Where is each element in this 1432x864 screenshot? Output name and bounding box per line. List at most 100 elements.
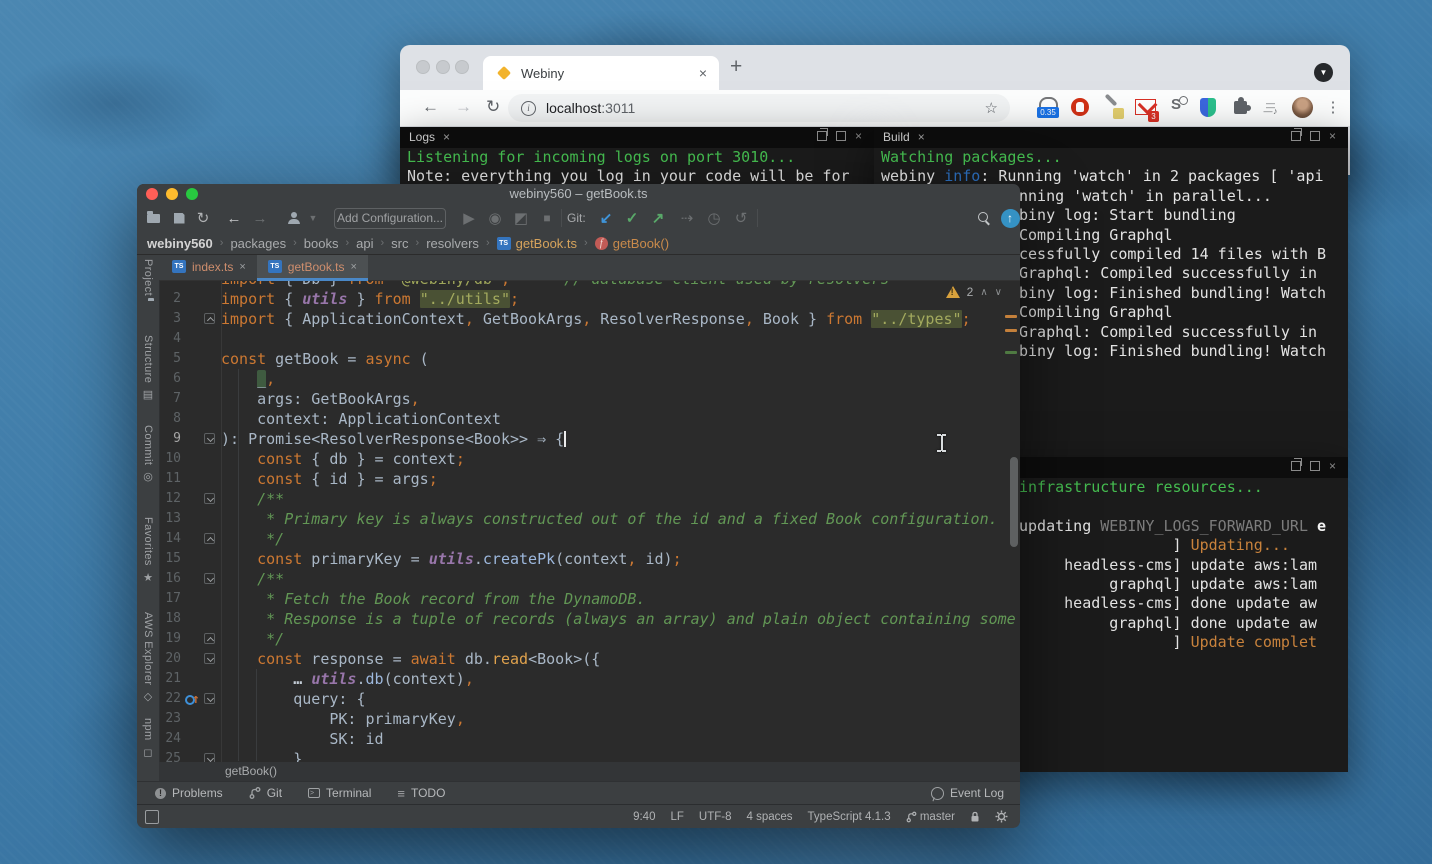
run-gutter-icon[interactable]: ↑: [185, 692, 200, 707]
debug-icon[interactable]: ◉: [484, 204, 506, 232]
code-line[interactable]: context: ApplicationContext: [221, 409, 501, 429]
gutter-line[interactable]: 13: [159, 509, 221, 529]
ext-colorpicker-icon[interactable]: [1101, 96, 1125, 120]
browser-menu-icon[interactable]: ⋮: [1321, 96, 1345, 120]
open-folder-icon[interactable]: [142, 204, 164, 232]
breadcrumb-function[interactable]: fgetBook(): [595, 236, 669, 251]
highlighting-level-icon[interactable]: [995, 810, 1008, 823]
code-line[interactable]: query: {: [221, 689, 366, 709]
code-line[interactable]: PK: primaryKey,: [221, 709, 465, 729]
editor-scrollbar[interactable]: [1010, 457, 1018, 547]
ext-playlist-icon[interactable]: ——— ♪: [1258, 96, 1282, 120]
gutter-line[interactable]: 21: [159, 669, 221, 689]
prev-warning-icon[interactable]: ∧: [980, 287, 987, 298]
tab-close-icon[interactable]: ×: [699, 65, 707, 81]
code-line[interactable]: _,: [221, 369, 275, 389]
fold-marker-icon[interactable]: [204, 693, 215, 704]
code-area[interactable]: import { Db } from "@webiny/db"; // data…: [221, 281, 1020, 762]
indent-setting[interactable]: 4 spaces: [747, 811, 793, 823]
deploy-maximize-icon[interactable]: [1310, 461, 1320, 471]
tab-getbook-ts[interactable]: TS getBook.ts ×: [257, 255, 368, 281]
deploy-float-icon[interactable]: [1291, 461, 1301, 471]
write-access-lock-icon[interactable]: [970, 811, 980, 823]
fold-marker-icon[interactable]: [204, 753, 215, 762]
sidebar-item-commit[interactable]: Commit◎: [137, 425, 159, 483]
tab-index-ts[interactable]: TS index.ts ×: [161, 255, 257, 281]
logs-tab[interactable]: Logs ×: [409, 130, 450, 144]
code-line[interactable]: … utils.db(context),: [221, 669, 474, 689]
build-tab-close-icon[interactable]: ×: [918, 130, 925, 144]
fold-marker-icon[interactable]: [204, 653, 215, 664]
tab-close-icon[interactable]: ×: [239, 261, 245, 273]
build-tab[interactable]: Build ×: [883, 130, 925, 144]
site-info-icon[interactable]: i: [521, 101, 536, 116]
breadcrumb-item[interactable]: packages: [230, 236, 286, 251]
browser-zoom-button[interactable]: [455, 60, 469, 74]
ide-minimize-button[interactable]: [166, 188, 178, 200]
gutter-line[interactable]: 5: [159, 349, 221, 369]
build-float-icon[interactable]: [1291, 131, 1301, 141]
address-bar[interactable]: i localhost:3011 ☆: [508, 94, 1010, 122]
browser-tab[interactable]: Webiny ×: [483, 56, 719, 90]
gutter-line[interactable]: 4: [159, 329, 221, 349]
code-line[interactable]: /**: [221, 569, 284, 589]
gutter-line[interactable]: 19: [159, 629, 221, 649]
breadcrumb-item[interactable]: resolvers: [426, 236, 479, 251]
ide-zoom-button[interactable]: [186, 188, 198, 200]
fold-marker-icon[interactable]: [204, 313, 215, 324]
toolwindow-git[interactable]: Git: [249, 786, 282, 800]
breadcrumb-item[interactable]: src: [391, 236, 408, 251]
code-line[interactable]: import { utils } from "../utils";: [221, 289, 519, 309]
toolwindow-terminal[interactable]: >Terminal: [308, 786, 371, 800]
gutter-line[interactable]: 9: [159, 429, 221, 449]
code-line[interactable]: }: [221, 749, 302, 762]
stop-icon[interactable]: ■: [536, 204, 558, 232]
code-line[interactable]: SK: id: [221, 729, 384, 749]
fold-marker-icon[interactable]: [204, 433, 215, 444]
build-maximize-icon[interactable]: [1310, 131, 1320, 141]
sync-icon[interactable]: ↻: [192, 204, 214, 232]
ext-shield-icon[interactable]: [1196, 96, 1220, 120]
sidebar-item-npm[interactable]: npm◻: [137, 718, 159, 759]
fold-marker-icon[interactable]: [204, 633, 215, 644]
breadcrumb-item[interactable]: api: [356, 236, 373, 251]
toolwindow-problems[interactable]: !Problems: [155, 786, 223, 800]
git-merge-icon[interactable]: ⇢: [676, 204, 698, 232]
code-line[interactable]: const getBook = async (: [221, 349, 429, 369]
sidebar-item-project[interactable]: Project: [137, 259, 159, 301]
gutter-line[interactable]: 6: [159, 369, 221, 389]
breadcrumb-file[interactable]: TSgetBook.ts: [497, 236, 577, 251]
browser-close-button[interactable]: [416, 60, 430, 74]
code-line[interactable]: const { db } = context;: [221, 449, 465, 469]
gutter-line[interactable]: 10: [159, 449, 221, 469]
save-all-icon[interactable]: [168, 204, 190, 232]
history-clock-icon[interactable]: ◷: [703, 204, 725, 232]
gutter-line[interactable]: 18: [159, 609, 221, 629]
line-ending[interactable]: LF: [670, 811, 683, 823]
ext-meter-icon[interactable]: 0.35: [1036, 96, 1060, 120]
code-line[interactable]: const primaryKey = utils.createPk(contex…: [221, 549, 682, 569]
editor[interactable]: 2345678910111213141516171819202122↑23242…: [159, 281, 1020, 762]
gutter-line[interactable]: 22↑: [159, 689, 221, 709]
code-line[interactable]: */: [221, 529, 284, 549]
run-icon[interactable]: ▶: [458, 204, 480, 232]
gutter-line[interactable]: 14: [159, 529, 221, 549]
breadcrumb-project[interactable]: webiny560: [147, 236, 213, 251]
logs-maximize-icon[interactable]: [836, 131, 846, 141]
gutter-line[interactable]: 2: [159, 289, 221, 309]
search-everywhere-icon[interactable]: [973, 204, 995, 232]
ext-adblock-icon[interactable]: [1068, 96, 1092, 120]
ide-close-button[interactable]: [146, 188, 158, 200]
gutter-line[interactable]: 8: [159, 409, 221, 429]
warning-stripe-mark[interactable]: [1005, 329, 1017, 332]
rollback-icon[interactable]: ↺: [730, 204, 752, 232]
coverage-icon[interactable]: ◩: [510, 204, 532, 232]
gutter-line[interactable]: 7: [159, 389, 221, 409]
logs-close-icon[interactable]: ×: [855, 132, 862, 140]
reload-button[interactable]: ↻: [486, 97, 500, 117]
caret-position[interactable]: 9:40: [633, 811, 655, 823]
git-commit-icon[interactable]: ✓: [621, 204, 643, 232]
update-available-icon[interactable]: ↑: [999, 204, 1021, 232]
gutter-line[interactable]: 3: [159, 309, 221, 329]
deploy-close-icon[interactable]: ×: [1329, 462, 1336, 470]
